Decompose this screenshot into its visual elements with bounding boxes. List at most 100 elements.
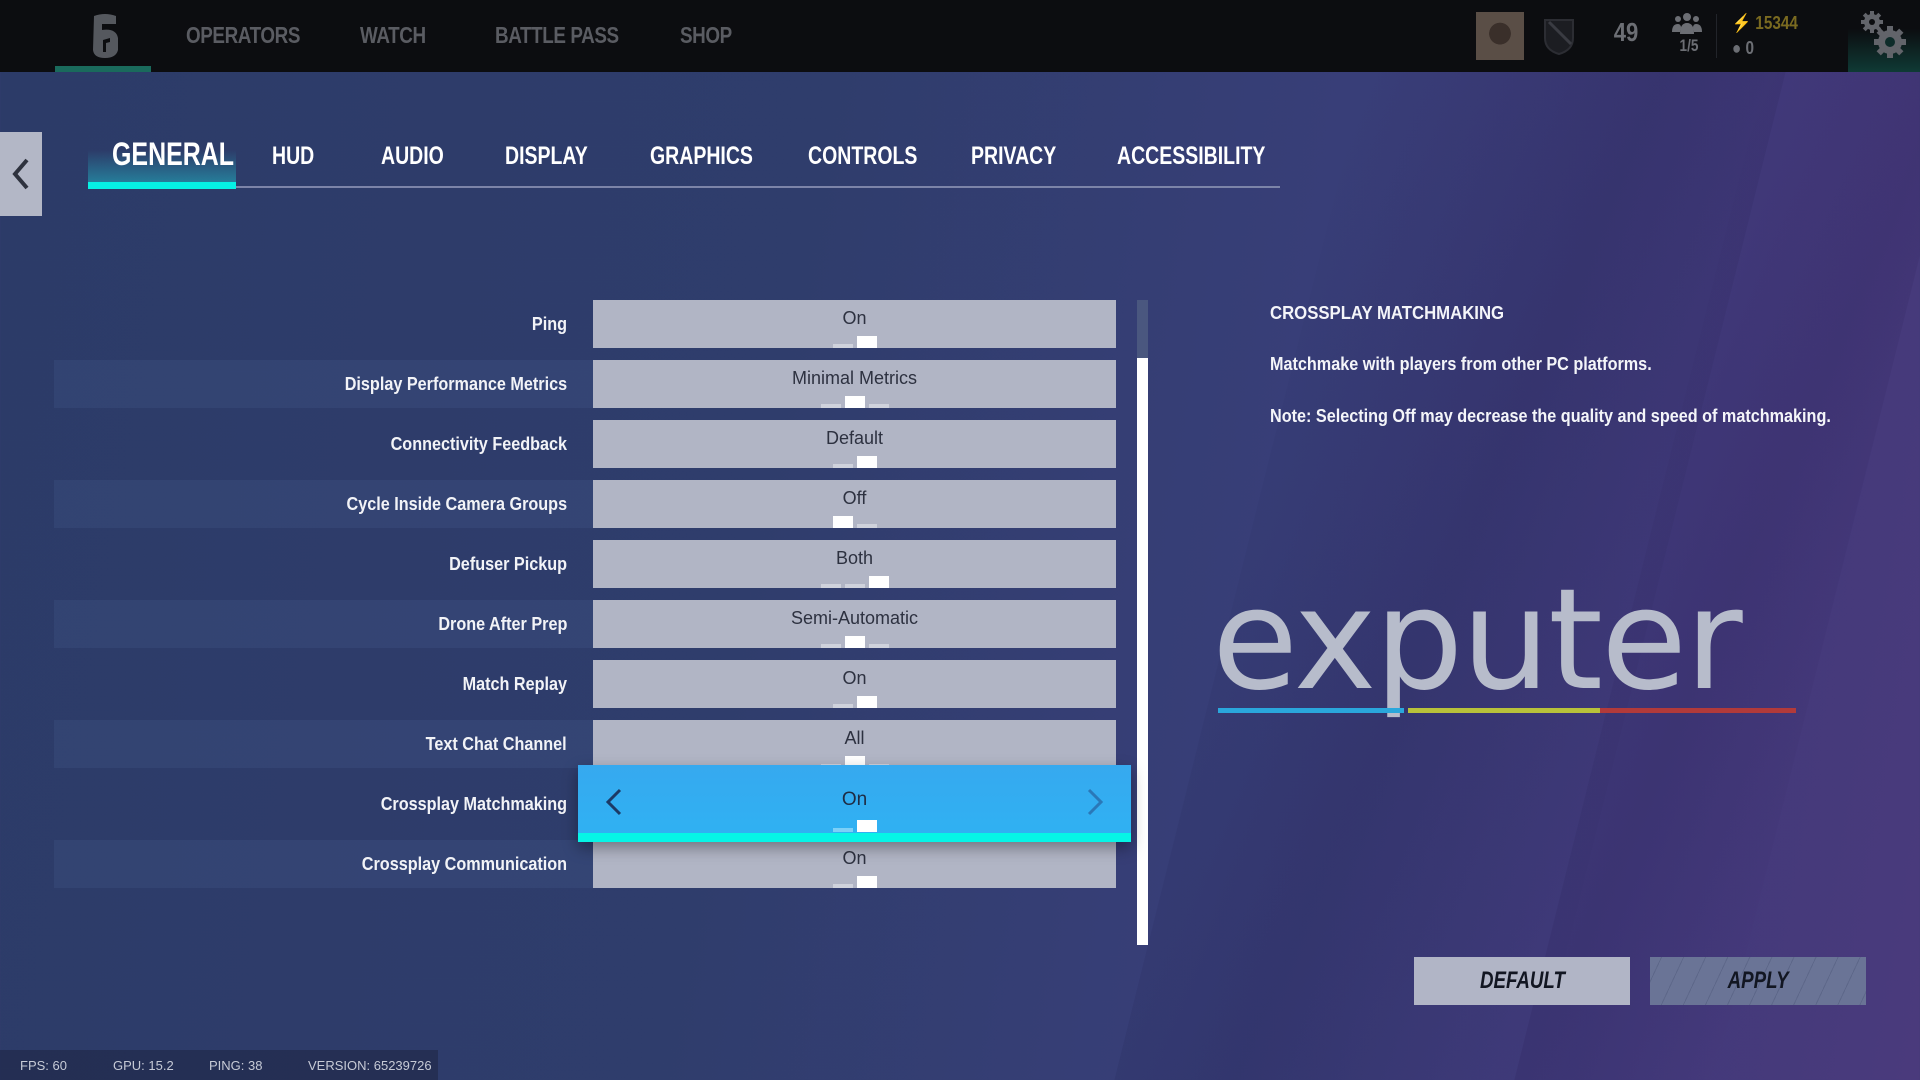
apply-button[interactable]: APPLY — [1650, 957, 1866, 1005]
option-pip — [820, 584, 841, 588]
tab-general[interactable]: GENERAL — [112, 136, 234, 173]
renown-icon: ⚡ — [1732, 13, 1756, 33]
setting-value-selector[interactable]: On — [578, 765, 1131, 842]
top-navigation-bar: OPERATORS WATCH BATTLE PASS SHOP 49 1/5 … — [0, 0, 1920, 72]
settings-button[interactable] — [1848, 0, 1920, 72]
rank-badge-icon[interactable] — [1543, 16, 1575, 56]
option-pip-selected — [832, 516, 853, 528]
ping-readout: PING: 38 — [209, 1058, 263, 1073]
player-level: 49 — [1613, 17, 1639, 47]
setting-value: Off — [842, 488, 867, 508]
scrollbar[interactable] — [1137, 300, 1148, 945]
nav-battle-pass[interactable]: BATTLE PASS — [495, 22, 619, 49]
watermark-bar-blue — [1218, 708, 1404, 713]
tab-privacy[interactable]: PRIVACY — [971, 142, 1056, 171]
setting-label: Match Replay — [462, 674, 567, 694]
setting-label: Crossplay Communication — [361, 854, 567, 874]
divider — [1716, 14, 1717, 58]
squad-icon[interactable] — [1672, 12, 1702, 34]
default-button[interactable]: DEFAULT — [1414, 957, 1630, 1005]
tab-display[interactable]: DISPLAY — [505, 142, 588, 171]
setting-value-selector[interactable]: On — [593, 840, 1116, 888]
nav-shop[interactable]: SHOP — [680, 22, 732, 49]
option-indicator — [578, 820, 1131, 832]
default-button-label: DEFAULT — [1479, 967, 1565, 994]
option-pip — [844, 584, 865, 588]
option-pip-selected — [844, 396, 865, 408]
option-pip — [832, 704, 853, 708]
setting-label: Drone After Prep — [437, 614, 567, 634]
nav-operators[interactable]: OPERATORS — [186, 22, 300, 49]
apply-button-label: APPLY — [1727, 967, 1789, 994]
setting-value: On — [842, 848, 867, 868]
setting-value-selector[interactable]: Default — [593, 420, 1116, 468]
squad-count: 1/5 — [1679, 36, 1699, 55]
option-indicator — [593, 456, 1116, 468]
tab-hud[interactable]: HUD — [272, 142, 314, 171]
description-note: Note: Selecting Off may decrease the qua… — [1270, 406, 1831, 426]
setting-value-selector[interactable]: Both — [593, 540, 1116, 588]
tab-controls[interactable]: CONTROLS — [808, 142, 917, 171]
rainbow-six-logo-icon[interactable] — [88, 12, 122, 60]
option-pip-selected — [856, 876, 877, 888]
option-pip — [820, 404, 841, 408]
option-indicator — [593, 576, 1116, 588]
setting-value-selector[interactable]: All — [593, 720, 1116, 768]
credits-balance: ● 0 — [1732, 38, 1754, 59]
focus-indicator-bar — [578, 833, 1131, 842]
option-indicator — [593, 696, 1116, 708]
gpu-readout: GPU: 15.2 — [113, 1058, 174, 1073]
renown-amount: 15344 — [1755, 13, 1798, 33]
setting-value-selector[interactable]: Semi-Automatic — [593, 600, 1116, 648]
home-active-indicator — [55, 66, 151, 72]
option-indicator — [593, 636, 1116, 648]
option-pip — [832, 828, 853, 832]
option-indicator — [593, 336, 1116, 348]
setting-value: Minimal Metrics — [791, 368, 917, 388]
exputer-watermark: exputer — [1212, 566, 1802, 742]
setting-value-selector[interactable]: On — [593, 660, 1116, 708]
back-button[interactable] — [0, 132, 42, 216]
scrollbar-track-top — [1137, 300, 1148, 358]
setting-value-selector[interactable]: On — [593, 300, 1116, 348]
setting-label: Ping — [531, 314, 567, 334]
fps-readout: FPS: 60 — [20, 1058, 67, 1073]
version-readout: VERSION: 65239726 — [308, 1058, 432, 1073]
option-pip-selected — [856, 820, 877, 832]
option-pip — [820, 644, 841, 648]
watermark-text: exputer — [1212, 559, 1743, 722]
chevron-right-icon[interactable] — [1083, 787, 1107, 817]
description-text: Matchmake with players from other PC pla… — [1270, 354, 1652, 374]
option-pip-selected — [856, 336, 877, 348]
renown-balance: ⚡ 15344 — [1732, 13, 1798, 34]
tab-accessibility[interactable]: ACCESSIBILITY — [1117, 142, 1265, 171]
option-indicator — [593, 876, 1116, 888]
setting-value-selector[interactable]: Off — [593, 480, 1116, 528]
setting-value: All — [844, 728, 865, 748]
option-pip-selected — [856, 696, 877, 708]
option-pip-selected — [868, 576, 889, 588]
option-indicator — [593, 516, 1116, 528]
tab-graphics[interactable]: GRAPHICS — [650, 142, 753, 171]
setting-value: Default — [825, 428, 884, 448]
setting-label: Cycle Inside Camera Groups — [346, 494, 567, 514]
performance-footer: FPS: 60 GPU: 15.2 PING: 38 VERSION: 6523… — [0, 1050, 438, 1080]
credits-amount: 0 — [1745, 38, 1755, 58]
gears-icon — [1861, 11, 1906, 58]
option-pip — [832, 464, 853, 468]
option-pip — [856, 524, 877, 528]
player-avatar[interactable] — [1476, 12, 1524, 60]
setting-value: On — [842, 308, 867, 328]
nav-watch[interactable]: WATCH — [360, 22, 426, 49]
chevron-left-icon[interactable] — [602, 787, 626, 817]
setting-label: Connectivity Feedback — [390, 434, 567, 454]
tab-audio[interactable]: AUDIO — [381, 142, 444, 171]
option-pip-selected — [856, 456, 877, 468]
setting-label: Crossplay Matchmaking — [380, 794, 567, 814]
setting-value-selector[interactable]: Minimal Metrics — [593, 360, 1116, 408]
setting-label: Display Performance Metrics — [344, 374, 567, 394]
option-pip — [868, 644, 889, 648]
credits-icon: ● — [1732, 38, 1746, 58]
setting-value: Semi-Automatic — [790, 608, 919, 628]
settings-tabs: GENERAL HUD AUDIO DISPLAY GRAPHICS CONTR… — [88, 132, 1280, 188]
